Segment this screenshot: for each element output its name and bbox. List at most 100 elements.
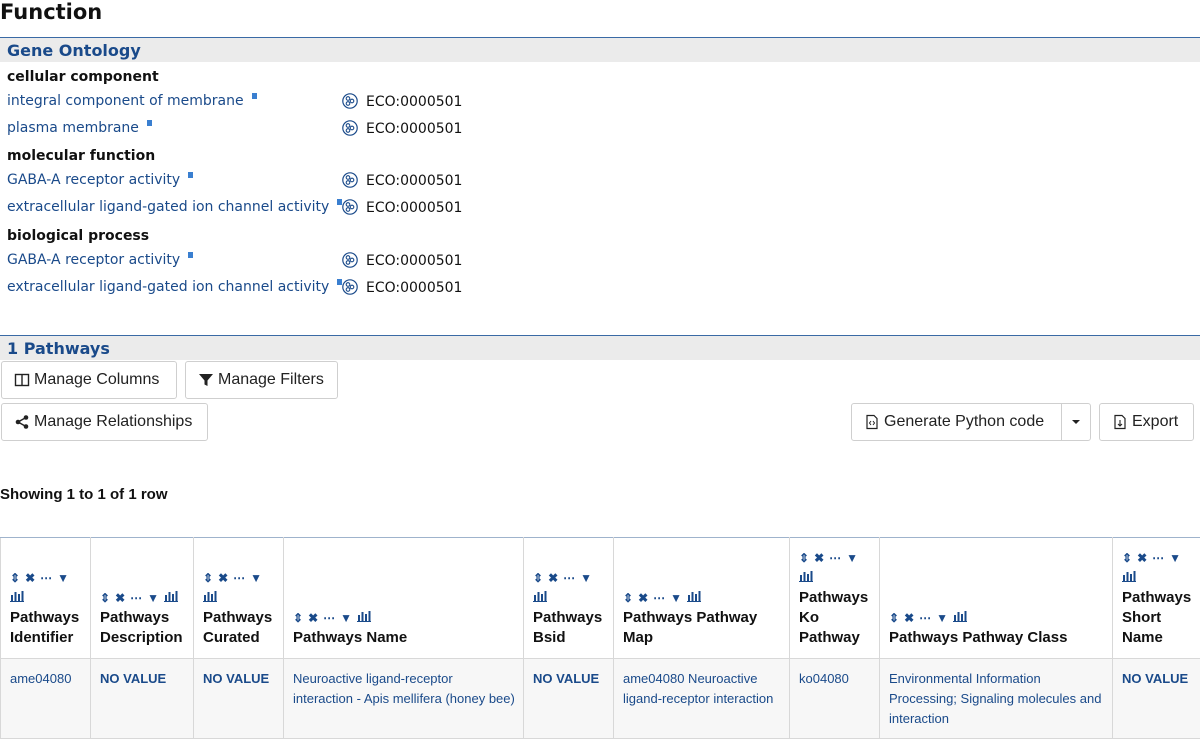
- filter-icon[interactable]: ▼: [580, 571, 592, 585]
- column-controls[interactable]: ⇕ ✖ ⋯ ▼: [10, 568, 82, 608]
- column-header[interactable]: ⇕ ✖ ⋯ ▼ Pathways Pathway Map: [613, 537, 790, 659]
- more-icon[interactable]: ⋯: [40, 571, 52, 585]
- sort-icon[interactable]: ⇕: [623, 591, 633, 605]
- column-controls[interactable]: ⇕ ✖ ⋯ ▼: [293, 608, 515, 628]
- info-icon: [188, 252, 194, 258]
- remove-icon[interactable]: ✖: [814, 551, 824, 565]
- go-term-link[interactable]: integral component of membrane: [7, 93, 257, 109]
- column-label: Pathways Curated: [203, 609, 273, 646]
- evidence-code[interactable]: ECO:0000501: [342, 120, 462, 137]
- evidence-code[interactable]: ECO:0000501: [342, 252, 462, 269]
- filter-icon[interactable]: ▼: [846, 551, 858, 565]
- sort-icon[interactable]: ⇕: [203, 571, 213, 585]
- column-label: Pathways Pathway Map: [623, 609, 758, 646]
- manage-filters-button[interactable]: Manage Filters: [185, 361, 338, 399]
- filter-icon[interactable]: ▼: [57, 571, 69, 585]
- column-header[interactable]: ⇕ ✖ ⋯ ▼ Pathways Description: [90, 537, 194, 659]
- go-term-link[interactable]: GABA-A receptor activity: [7, 172, 194, 188]
- more-icon[interactable]: ⋯: [130, 591, 142, 605]
- table-cell[interactable]: ame04080 Neuroactive ligand-receptor int…: [613, 658, 790, 739]
- go-term-link[interactable]: extracellular ligand-gated ion channel a…: [7, 279, 343, 295]
- evidence-code[interactable]: ECO:0000501: [342, 93, 462, 110]
- column-label: Pathways Identifier: [10, 609, 80, 646]
- column-header[interactable]: ⇕ ✖ ⋯ ▼ Pathways Ko Pathway: [789, 537, 880, 659]
- more-icon[interactable]: ⋯: [829, 551, 841, 565]
- chart-icon[interactable]: [533, 591, 547, 605]
- more-icon[interactable]: ⋯: [563, 571, 575, 585]
- more-icon[interactable]: ⋯: [919, 611, 931, 625]
- chart-icon[interactable]: [687, 591, 702, 605]
- column-controls[interactable]: ⇕ ✖ ⋯ ▼: [533, 568, 605, 608]
- column-controls[interactable]: ⇕ ✖ ⋯ ▼: [889, 608, 1104, 628]
- more-icon[interactable]: ⋯: [1152, 551, 1164, 565]
- pathways-table: ⇕ ✖ ⋯ ▼ Pathways Identifier ⇕ ✖ ⋯ ▼ Pathways Desc…: [0, 537, 1200, 739]
- column-header[interactable]: ⇕ ✖ ⋯ ▼ Pathways Pathway Class: [879, 537, 1113, 659]
- filter-icon[interactable]: ▼: [1169, 551, 1181, 565]
- evidence-icon: [342, 172, 358, 188]
- manage-relationships-button[interactable]: Manage Relationships: [1, 403, 208, 441]
- column-controls[interactable]: ⇕ ✖ ⋯ ▼: [203, 568, 275, 608]
- more-icon[interactable]: ⋯: [233, 571, 245, 585]
- column-controls[interactable]: ⇕ ✖ ⋯ ▼: [623, 588, 781, 608]
- export-button[interactable]: Export: [1099, 403, 1194, 441]
- chart-icon[interactable]: [1122, 571, 1136, 585]
- column-header[interactable]: ⇕ ✖ ⋯ ▼ Pathways Name: [283, 537, 524, 659]
- remove-icon[interactable]: ✖: [638, 591, 648, 605]
- sort-icon[interactable]: ⇕: [100, 591, 110, 605]
- remove-icon[interactable]: ✖: [308, 611, 318, 625]
- column-header[interactable]: ⇕ ✖ ⋯ ▼ Pathways Curated: [193, 537, 284, 659]
- evidence-code[interactable]: ECO:0000501: [342, 279, 462, 296]
- more-icon[interactable]: ⋯: [653, 591, 665, 605]
- column-header[interactable]: ⇕ ✖ ⋯ ▼ Pathways Bsid: [523, 537, 614, 659]
- column-controls[interactable]: ⇕ ✖ ⋯ ▼: [100, 588, 185, 608]
- remove-icon[interactable]: ✖: [218, 571, 228, 585]
- generate-python-button[interactable]: Generate Python code: [851, 403, 1062, 441]
- remove-icon[interactable]: ✖: [1137, 551, 1147, 565]
- table-row: ame04080 NO VALUE NO VALUE Neuroactive liga…: [0, 658, 1200, 739]
- sort-icon[interactable]: ⇕: [799, 551, 809, 565]
- sort-icon[interactable]: ⇕: [533, 571, 543, 585]
- column-header[interactable]: ⇕ ✖ ⋯ ▼ Pathways Identifier: [0, 537, 91, 659]
- evidence-code[interactable]: ECO:0000501: [342, 199, 462, 216]
- filter-icon[interactable]: ▼: [670, 591, 682, 605]
- column-controls[interactable]: ⇕ ✖ ⋯ ▼: [1122, 548, 1200, 588]
- more-icon[interactable]: ⋯: [323, 611, 335, 625]
- sort-icon[interactable]: ⇕: [10, 571, 20, 585]
- evidence-icon: [342, 252, 358, 268]
- filter-icon[interactable]: ▼: [340, 611, 352, 625]
- evidence-code[interactable]: ECO:0000501: [342, 172, 462, 189]
- table-cell[interactable]: Environmental Information Processing; Si…: [879, 658, 1113, 739]
- chart-icon[interactable]: [203, 591, 217, 605]
- table-cell[interactable]: ko04080: [789, 658, 880, 739]
- chart-icon[interactable]: [799, 571, 813, 585]
- column-controls[interactable]: ⇕ ✖ ⋯ ▼: [799, 548, 871, 588]
- column-label: Pathways Name: [293, 629, 408, 646]
- manage-columns-button[interactable]: Manage Columns: [1, 361, 177, 399]
- go-category-cellular-component: cellular component: [7, 69, 159, 85]
- sort-icon[interactable]: ⇕: [889, 611, 899, 625]
- go-term-link[interactable]: GABA-A receptor activity: [7, 252, 194, 268]
- chart-icon[interactable]: [953, 611, 968, 625]
- info-icon: [188, 172, 194, 178]
- generate-python-dropdown[interactable]: [1061, 403, 1091, 441]
- go-term-link[interactable]: extracellular ligand-gated ion channel a…: [7, 199, 343, 215]
- filter-icon[interactable]: ▼: [250, 571, 262, 585]
- column-label: Pathways Short Name: [1122, 589, 1192, 646]
- remove-icon[interactable]: ✖: [904, 611, 914, 625]
- column-header[interactable]: ⇕ ✖ ⋯ ▼ Pathways Short Name: [1112, 537, 1200, 659]
- remove-icon[interactable]: ✖: [25, 571, 35, 585]
- chart-icon[interactable]: [10, 591, 24, 605]
- table-cell[interactable]: Neuroactive ligand-receptor interaction …: [283, 658, 524, 739]
- evidence-icon: [342, 120, 358, 136]
- sort-icon[interactable]: ⇕: [1122, 551, 1132, 565]
- filter-icon[interactable]: ▼: [147, 591, 159, 605]
- chart-icon[interactable]: [164, 591, 179, 605]
- go-term-link[interactable]: plasma membrane: [7, 120, 152, 136]
- remove-icon[interactable]: ✖: [548, 571, 558, 585]
- sort-icon[interactable]: ⇕: [293, 611, 303, 625]
- remove-icon[interactable]: ✖: [115, 591, 125, 605]
- filter-icon[interactable]: ▼: [936, 611, 948, 625]
- table-cell[interactable]: ame04080: [0, 658, 91, 739]
- chart-icon[interactable]: [357, 611, 372, 625]
- manage-columns-label: Manage Columns: [34, 371, 160, 388]
